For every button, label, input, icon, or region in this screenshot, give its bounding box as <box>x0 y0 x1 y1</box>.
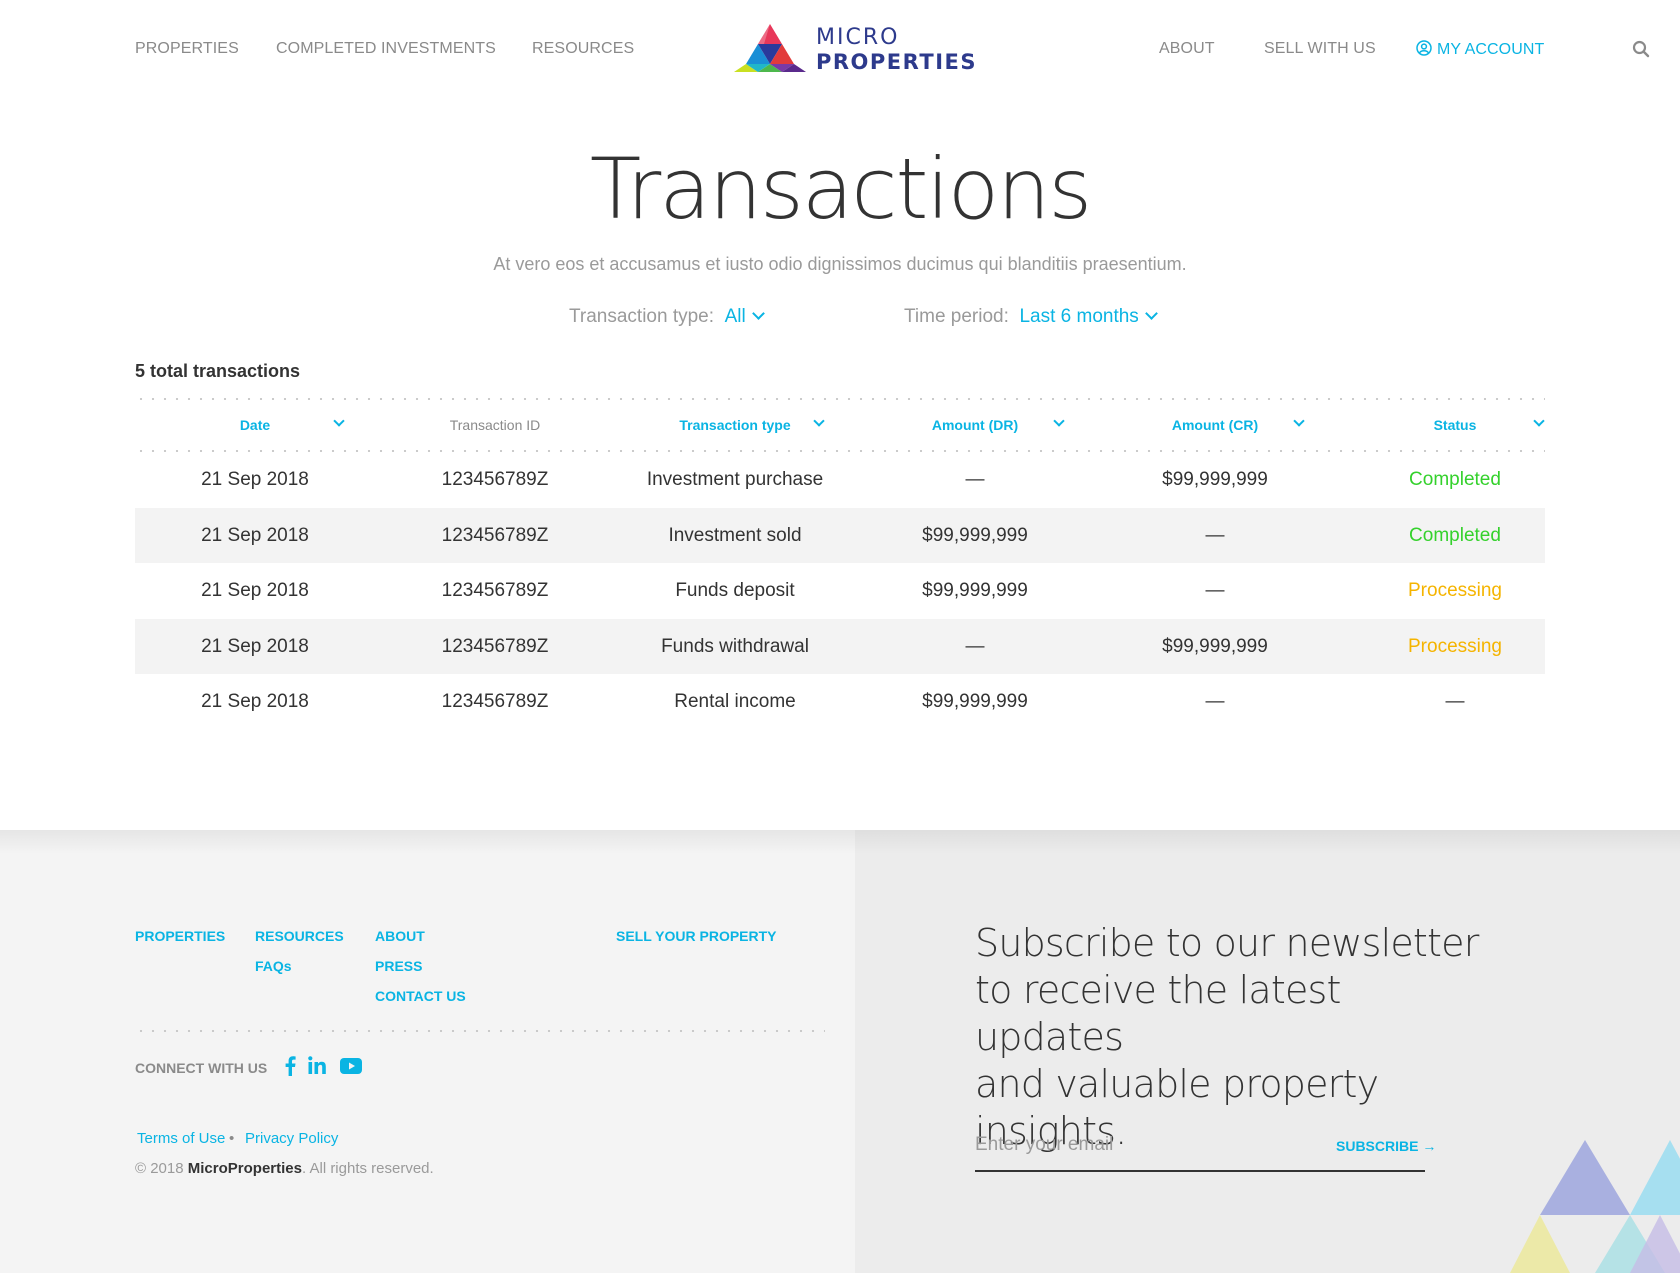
nav-resources[interactable]: RESOURCES <box>532 40 634 58</box>
cell-status: Completed <box>1409 524 1501 546</box>
nav-my-account[interactable]: MY ACCOUNT <box>1416 40 1544 59</box>
newsletter-line: Subscribe to our newsletter <box>975 921 1479 965</box>
footer-link-about[interactable]: ABOUT <box>375 928 425 944</box>
nav-completed-investments[interactable]: COMPLETED INVESTMENTS <box>276 40 496 58</box>
footer-link-sell-your-property[interactable]: SELL YOUR PROPERTY <box>616 928 777 944</box>
time-period-filter: Time period: Last 6 months <box>904 306 1158 328</box>
cell-status: Processing <box>1408 635 1502 657</box>
cell-date: 21 Sep 2018 <box>201 635 309 657</box>
decorative-triangles <box>1510 1140 1680 1273</box>
transaction-type-filter-label: Transaction type: <box>569 306 715 327</box>
cell-transaction-type: Investment sold <box>668 524 802 546</box>
transaction-type-dropdown[interactable]: All <box>719 306 765 327</box>
cell-transaction-type: Funds deposit <box>675 580 795 601</box>
table-row: 21 Sep 2018 123456789Z Funds deposit $99… <box>135 563 1545 619</box>
cell-amount-cr: — <box>1205 524 1225 546</box>
cell-status: — <box>1445 691 1465 712</box>
cell-transaction-id: 123456789Z <box>441 691 549 712</box>
table-header: Date Transaction ID Transaction type Amo… <box>135 400 1545 450</box>
chevron-down-icon <box>1144 307 1158 320</box>
account-icon <box>1416 40 1432 56</box>
linkedin-icon[interactable] <box>308 1056 326 1074</box>
transactions-table: Date Transaction ID Transaction type Amo… <box>135 398 1545 730</box>
cell-transaction-id: 123456789Z <box>441 580 549 601</box>
footer-link-faqs[interactable]: FAQs <box>255 958 292 974</box>
cell-amount-dr: $99,999,999 <box>922 691 1028 712</box>
logo-micro-text: MICRO <box>816 25 900 50</box>
cell-date: 21 Sep 2018 <box>201 469 309 490</box>
footer-link-properties[interactable]: PROPERTIES <box>135 928 225 944</box>
cell-transaction-id: 123456789Z <box>441 524 549 546</box>
table-row: 21 Sep 2018 123456789Z Investment sold $… <box>135 507 1545 563</box>
total-transactions: 5 total transactions <box>135 361 301 381</box>
copyright-brand: MicroProperties <box>187 1160 302 1177</box>
nav-about[interactable]: ABOUT <box>1159 40 1215 58</box>
table-row: 21 Sep 2018 123456789Z Rental income $99… <box>135 674 1545 730</box>
chevron-down-icon <box>751 307 765 320</box>
site-header: PROPERTIES COMPLETED INVESTMENTS RESOURC… <box>0 0 1680 100</box>
cell-date: 21 Sep 2018 <box>201 524 309 546</box>
newsletter-line: to receive the latest updates <box>975 968 1341 1059</box>
subscribe-button[interactable]: SUBSCRIBE → <box>1336 1138 1436 1154</box>
transaction-type-filter: Transaction type: All <box>569 306 765 328</box>
cell-transaction-type: Investment purchase <box>646 469 824 490</box>
cell-transaction-id: 123456789Z <box>441 635 549 657</box>
footer-divider <box>135 1030 825 1032</box>
youtube-icon[interactable] <box>340 1058 362 1074</box>
email-underline <box>975 1170 1425 1172</box>
transaction-type-value: All <box>724 306 746 327</box>
cell-amount-dr: — <box>965 635 985 657</box>
nav-properties[interactable]: PROPERTIES <box>135 40 239 58</box>
cell-amount-dr: $99,999,999 <box>922 580 1028 601</box>
footer-link-resources[interactable]: RESOURCES <box>255 928 344 944</box>
logo-mark <box>734 24 806 72</box>
copyright-suffix: . All rights reserved. <box>301 1160 434 1177</box>
cell-amount-dr: — <box>965 469 985 490</box>
terms-of-use-link[interactable]: Terms of Use <box>137 1130 225 1147</box>
table-row: 21 Sep 2018 123456789Z Investment purcha… <box>135 452 1545 508</box>
nav-sell-with-us[interactable]: SELL WITH US <box>1264 40 1376 58</box>
copyright-year: © 2018 <box>135 1160 184 1177</box>
footer-link-press[interactable]: PRESS <box>375 958 422 974</box>
legal-separator: • <box>229 1130 235 1147</box>
cell-date: 21 Sep 2018 <box>201 580 309 601</box>
footer-links-panel <box>0 830 855 1273</box>
my-account-label: MY ACCOUNT <box>1437 41 1545 58</box>
email-input[interactable] <box>975 1128 1305 1162</box>
logo[interactable]: MICRO PROPERTIES <box>734 24 976 76</box>
cell-amount-cr: $99,999,999 <box>1162 635 1268 657</box>
cell-amount-dr: $99,999,999 <box>922 524 1028 546</box>
time-period-dropdown[interactable]: Last 6 months <box>1014 306 1158 327</box>
search-icon[interactable] <box>1632 40 1650 58</box>
footer-link-contact-us[interactable]: CONTACT US <box>375 988 466 1004</box>
copyright: © 2018 MicroProperties. All rights reser… <box>135 1160 434 1177</box>
facebook-icon[interactable] <box>284 1056 296 1076</box>
cell-amount-cr: $99,999,999 <box>1162 469 1268 490</box>
cell-status: Completed <box>1409 469 1501 490</box>
page-title: Transactions <box>589 140 1092 238</box>
page-subtitle: At vero eos et accusamus et iusto odio d… <box>493 254 1187 274</box>
newsletter-heading: Subscribe to our newsletter to receive t… <box>975 920 1495 1155</box>
column-header-transaction-id: Transaction ID <box>449 417 541 433</box>
logo-properties-text: PROPERTIES <box>816 50 977 74</box>
cell-transaction-type: Rental income <box>674 691 796 712</box>
cell-status: Processing <box>1408 580 1502 601</box>
connect-with-us-label: CONNECT WITH US <box>135 1060 268 1076</box>
footer-shadow <box>0 830 1680 854</box>
cell-date: 21 Sep 2018 <box>201 691 309 712</box>
cell-amount-cr: — <box>1205 691 1225 712</box>
cell-amount-cr: — <box>1205 580 1225 601</box>
cell-transaction-id: 123456789Z <box>441 469 549 490</box>
table-row: 21 Sep 2018 123456789Z Funds withdrawal … <box>135 618 1545 674</box>
time-period-value: Last 6 months <box>1019 306 1139 327</box>
cell-transaction-type: Funds withdrawal <box>661 635 809 657</box>
privacy-policy-link[interactable]: Privacy Policy <box>245 1130 338 1147</box>
time-period-filter-label: Time period: <box>904 306 1009 327</box>
